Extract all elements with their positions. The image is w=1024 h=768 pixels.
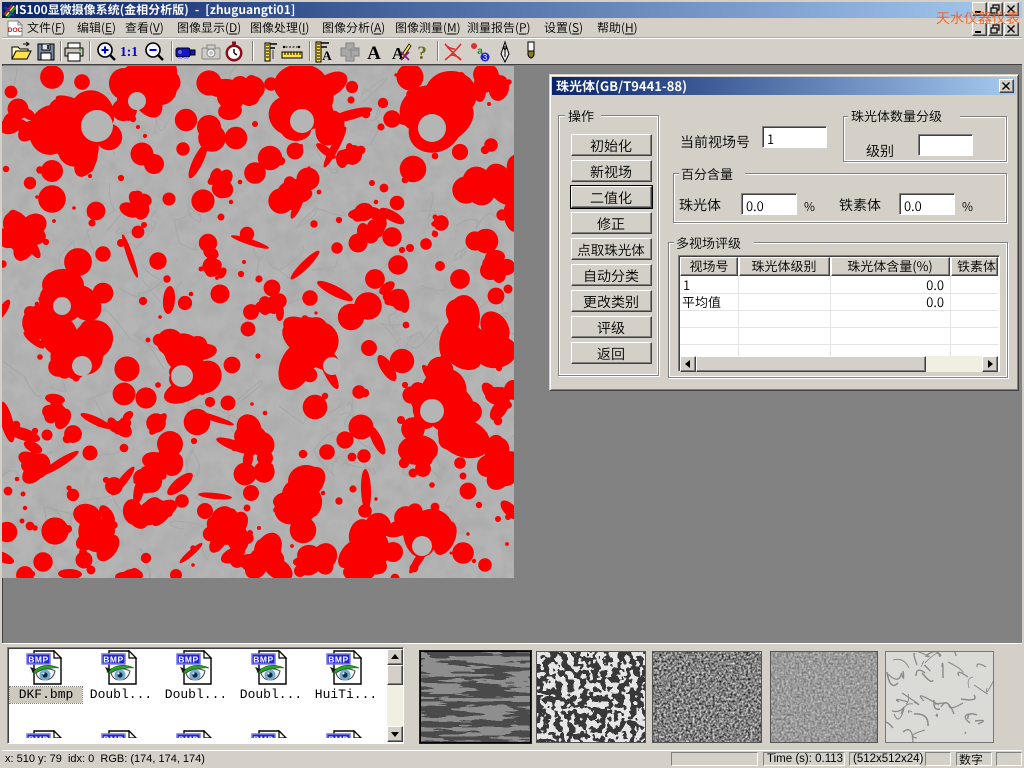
svg-text:BMP: BMP: [328, 655, 348, 665]
svg-text:1:1: 1:1: [120, 44, 138, 59]
svg-text:BMP: BMP: [253, 655, 273, 665]
svg-text:A: A: [322, 48, 332, 63]
svg-text:DOC: DOC: [8, 27, 23, 34]
svg-text:BMP: BMP: [28, 655, 48, 665]
svg-text:?: ?: [417, 43, 427, 64]
svg-text:3: 3: [483, 53, 488, 62]
svg-text:BMP: BMP: [103, 655, 123, 665]
svg-text:BMP: BMP: [178, 655, 198, 665]
svg-text:A: A: [367, 43, 381, 64]
